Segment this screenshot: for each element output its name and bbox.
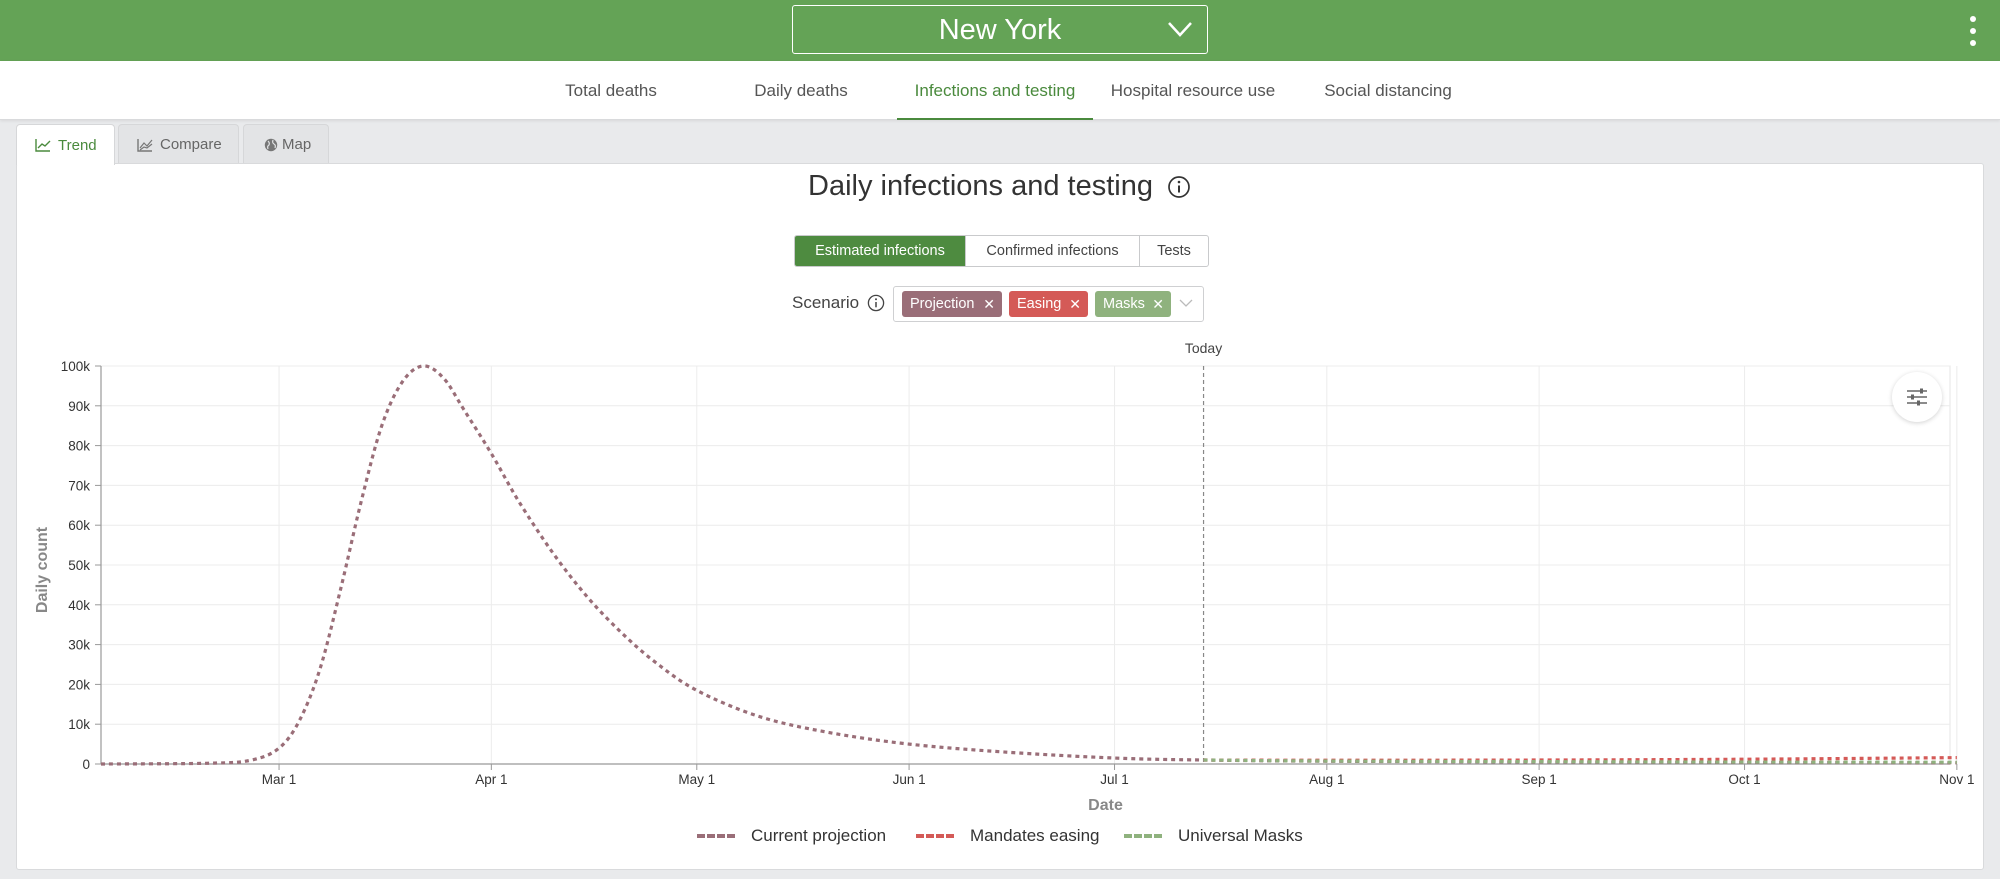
y-tick-label: 20k — [68, 677, 90, 692]
x-tick-label: Mar 1 — [262, 772, 297, 787]
y-tick-label: 50k — [68, 558, 90, 573]
legend-swatch — [916, 834, 954, 838]
chart-settings-button[interactable] — [1892, 372, 1942, 422]
tab-trend-label: Trend — [58, 136, 97, 154]
y-tick-label: 40k — [68, 598, 90, 613]
today-label: Today — [1185, 340, 1222, 356]
y-tick-label: 70k — [68, 478, 90, 493]
y-tick-label: 0 — [82, 757, 90, 772]
legend-label: Current projection — [751, 826, 887, 845]
x-tick-label: Jun 1 — [893, 772, 926, 787]
line-chart-icon — [35, 139, 51, 152]
legend-swatch — [697, 834, 735, 838]
daily-infections-chart: 0 10k 20k 30k 40k 50k 60k 70k 80k 90k 100k Mar 1 Apr… — [34, 340, 1974, 814]
sliders-icon — [1907, 388, 1927, 406]
tab-trend[interactable]: Trend — [16, 124, 115, 165]
x-tick-label: Nov 1 — [1939, 772, 1974, 787]
x-tick-label: Oct 1 — [1728, 772, 1760, 787]
legend-label: Mandates easing — [970, 826, 1100, 845]
x-tick-label: Aug 1 — [1309, 772, 1344, 787]
y-tick-label: 80k — [68, 439, 90, 454]
x-axis-label: Date — [1088, 797, 1123, 814]
y-tick-label: 30k — [68, 638, 90, 653]
x-tick-label: Apr 1 — [475, 772, 507, 787]
y-tick-label: 90k — [68, 399, 90, 414]
legend-swatch — [1124, 834, 1162, 838]
y-tick-label: 60k — [68, 518, 90, 533]
y-axis-label: Daily count — [34, 526, 51, 613]
x-tick-label: May 1 — [678, 772, 715, 787]
y-tick-label: 10k — [68, 717, 90, 732]
series-universal-masks — [1203, 758, 1957, 764]
y-tick-label: 100k — [61, 359, 91, 374]
legend-current-projection[interactable]: Current projection — [697, 826, 886, 846]
legend-label: Universal Masks — [1178, 826, 1303, 845]
x-tick-label: Sep 1 — [1521, 772, 1556, 787]
legend-universal-masks[interactable]: Universal Masks — [1124, 826, 1303, 846]
x-tick-label: Jul 1 — [1100, 772, 1129, 787]
legend-mandates-easing[interactable]: Mandates easing — [916, 826, 1099, 846]
